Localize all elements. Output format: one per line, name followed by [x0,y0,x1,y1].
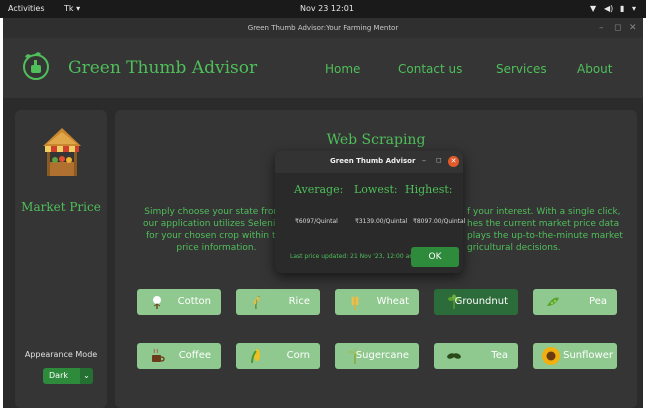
average-header: Average: [294,183,344,196]
crop-label: Sunflower [563,350,613,361]
dialog-minimize-icon[interactable]: – [422,156,426,165]
description-line: hes the current market price data [467,219,620,229]
wifi-icon[interactable]: ▼ [590,4,596,13]
crop-label: Wheat [376,296,409,307]
description-right: f your interest. With a single click, he… [467,206,623,254]
market-price-title: Market Price [21,200,101,214]
crop-button-rice[interactable]: Rice [236,289,320,315]
system-top-bar: Activities Tk ▾ Nov 23 12:01 ▼ ◀) ▮ ▾ [0,0,646,18]
wheat-icon [351,296,359,310]
crop-label: Corn [286,350,310,361]
crop-label: Tea [491,350,508,361]
crop-button-corn[interactable]: Corn [236,343,320,369]
description-line: Simply choose your state from t [144,207,289,217]
coffee-icon [152,348,165,362]
lowest-header: Lowest: [354,183,398,196]
appearance-mode-label: Appearance Mode [24,350,98,359]
crop-button-wheat[interactable]: Wheat [335,289,419,315]
window-title: Green Thumb Advisor:Your Farming Mentor [247,24,399,32]
tea-icon [447,353,461,359]
nav-contact-us[interactable]: Contact us [398,62,462,76]
market-stall-icon [43,128,81,176]
crop-button-sugercane[interactable]: Sugercane [335,343,419,369]
highest-value: ₹8097.00/Quintal [413,218,466,225]
description-line: for your chosen crop within the [146,231,287,241]
appearance-mode-dropdown[interactable]: Dark ⌄ [43,368,93,384]
dialog-maximize-icon[interactable]: ◻ [436,156,442,164]
maximize-icon[interactable]: ◻ [614,18,621,38]
system-menu-chevron-icon[interactable]: ▾ [632,4,636,13]
description-left: Simply choose your state from t our appl… [143,206,290,254]
description-line: price information. [176,243,257,253]
crop-button-cotton[interactable]: Cotton [137,289,221,315]
description-line: gricultural decisions. [467,243,561,253]
crop-button-coffee[interactable]: Coffee [137,343,221,369]
dialog-title: Green Thumb Advisor [330,157,416,165]
battery-icon[interactable]: ▮ [620,4,624,13]
cotton-icon [153,296,161,309]
description-line: f your interest. With a single click, [467,207,621,217]
minimize-icon[interactable]: – [599,18,604,38]
lowest-value: ₹3139.00/Quintal [355,218,408,225]
dialog-close-icon[interactable]: ✕ [448,156,459,167]
app-header: Green Thumb Advisor Home Contact us Serv… [3,38,643,98]
green-thumb-logo-icon [23,52,49,80]
volume-icon[interactable]: ◀) [604,4,613,13]
nav-home[interactable]: Home [325,62,360,76]
price-dialog: Green Thumb Advisor – ◻ ✕ Average: Lowes… [275,151,466,273]
dialog-titlebar: Green Thumb Advisor – ◻ ✕ [275,151,463,173]
appearance-mode-value: Dark [49,371,68,380]
sunflower-icon [542,347,560,365]
crop-button-groundnut[interactable]: Groundnut [434,289,518,315]
corn-icon [251,349,260,364]
clock[interactable]: Nov 23 12:01 [300,4,354,13]
last-updated-text: Last price updated: 21 Nov '23, 12:00 am [290,253,416,260]
highest-header: Highest: [405,183,453,196]
close-icon[interactable]: ✕ [629,18,637,38]
sidebar: Market Price Appearance Mode Dark ⌄ [15,110,107,408]
crop-label: Groundnut [454,296,508,307]
keyboard-layout-indicator[interactable]: Tk ▾ [64,4,80,13]
ok-button[interactable]: OK [411,247,459,267]
crop-label: Rice [288,296,310,307]
web-scraping-title: Web Scraping [326,132,426,148]
nav-about[interactable]: About [577,62,612,76]
window-titlebar: Green Thumb Advisor:Your Farming Mentor … [3,18,643,38]
brand-title: Green Thumb Advisor [68,58,258,78]
crop-label: Coffee [178,350,211,361]
crop-label: Sugercane [355,350,409,361]
nav-services[interactable]: Services [496,62,547,76]
rice-icon [253,295,260,310]
crop-button-tea[interactable]: Tea [434,343,518,369]
description-line: plays the up-to-the-minute market [467,231,623,241]
chevron-down-icon[interactable]: ⌄ [80,368,93,384]
average-value: ₹6097/Quintal [295,218,338,225]
crop-button-pea[interactable]: Pea [533,289,617,315]
crop-label: Pea [589,296,607,307]
crop-button-sunflower[interactable]: Sunflower [533,343,617,369]
description-line: our application utilizes Selenium [143,219,290,229]
crop-label: Cotton [177,296,211,307]
activities-button[interactable]: Activities [8,4,45,13]
pea-icon [547,297,559,306]
